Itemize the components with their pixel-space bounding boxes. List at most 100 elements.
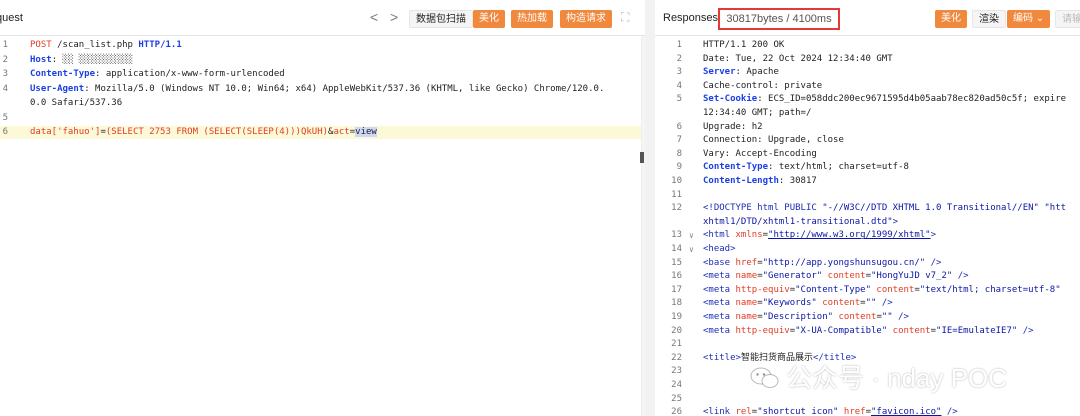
code-line[interactable]: 12 <!DOCTYPE html PUBLIC "-//W3C//DTD XHT…: [655, 202, 1080, 215]
code-token: "text/html; charset=utf-8": [919, 284, 1061, 295]
line-number: 10: [671, 176, 682, 186]
response-beautify-button[interactable]: 美化: [935, 10, 967, 28]
line-number: 2: [676, 53, 682, 64]
code-token: name: [735, 271, 758, 282]
code-token: xhtml1/DTD/xhtml1-transitional.dtd": [703, 216, 893, 227]
response-status-box: 30817bytes / 4100ms: [718, 8, 840, 30]
code-line[interactable]: 4 Cache-control: private: [655, 80, 1080, 93]
packet-scan-button[interactable]: 数据包扫描: [409, 10, 473, 28]
line-number: 6: [2, 127, 8, 137]
code-line[interactable]: 11: [655, 189, 1080, 202]
code-token: />: [941, 407, 958, 416]
code-line[interactable]: 20 <meta http-equiv="X-UA-Compatible" con…: [655, 325, 1080, 338]
code-token: : application/x-www-form-urlencoded: [95, 69, 285, 79]
line-number: 1: [676, 40, 682, 50]
code-line[interactable]: 18 <meta name="Keywords" content="" />: [655, 297, 1080, 310]
code-token: content: [827, 271, 866, 282]
line-number: 4: [2, 83, 8, 94]
line-number: 25: [671, 393, 682, 404]
code-line[interactable]: 17 <meta http-equiv="Content-Type" conten…: [655, 284, 1080, 297]
response-toolbar: Responses 30817bytes / 4100ms 美化 渲染 编码 ⌄…: [655, 0, 1080, 36]
code-line[interactable]: 2 Host: ░░ ░░░░░░░░░░: [0, 54, 645, 67]
build-request-button[interactable]: 构造请求: [560, 10, 612, 28]
line-number: 7: [676, 135, 682, 146]
prev-arrow-icon[interactable]: <: [370, 9, 378, 25]
code-line[interactable]: 6 data['fahuo']=(SELECT 2753 FROM (SELECT…: [0, 126, 645, 139]
code-line[interactable]: 4 User-Agent: Mozilla/5.0 (Windows NT 10.…: [0, 83, 645, 96]
line-number: 19: [671, 312, 682, 322]
code-line[interactable]: 13 ∨ <html xmlns="http://www.w3.org/1999/x…: [655, 229, 1080, 242]
code-line[interactable]: xhtml1/DTD/xhtml1-transitional.dtd">: [655, 216, 1080, 229]
line-number: 5: [676, 94, 682, 105]
line-text: Upgrade: h2: [703, 121, 763, 134]
code-line[interactable]: 3 Server: Apache: [655, 66, 1080, 79]
line-number: 17: [671, 284, 682, 295]
code-line[interactable]: 8 Vary: Accept-Encoding: [655, 148, 1080, 161]
hot-load-button[interactable]: 热加载: [511, 10, 553, 28]
code-token: Set-Cookie: [703, 94, 758, 105]
line-text: <html xmlns="http://www.w3.org/1999/xhtm…: [703, 229, 936, 242]
code-token: "HongYuJD v7_2": [871, 271, 953, 282]
line-text: <meta http-equiv="Content-Type" content=…: [703, 284, 1061, 297]
line-number: 26: [671, 407, 682, 416]
code-token: "": [881, 312, 893, 322]
code-line[interactable]: 2 Date: Tue, 22 Oct 2024 12:34:40 GMT: [655, 53, 1080, 66]
code-token: : 30817: [778, 176, 817, 186]
code-token: content: [838, 312, 877, 322]
line-number: 14: [671, 244, 682, 254]
code-token: "Keywords": [762, 298, 817, 309]
wechat-logo-icon: [750, 367, 779, 388]
encoding-dropdown[interactable]: 编码 ⌄: [1007, 10, 1051, 28]
line-text: Cache-control: private: [703, 80, 822, 93]
code-token: <meta: [703, 271, 736, 282]
code-token: name: [735, 312, 758, 322]
request-scrollbar[interactable]: [640, 36, 645, 416]
code-token: POST: [30, 40, 52, 50]
request-editor[interactable]: 1 POST /scan_list.php HTTP/1.1 2 Host: ░░ ░…: [0, 36, 645, 416]
code-token: href: [843, 407, 866, 416]
line-number: 12: [671, 203, 682, 214]
line-number: 3: [2, 69, 8, 79]
code-line[interactable]: 5: [0, 112, 645, 125]
code-line[interactable]: 5 Set-Cookie: ECS_ID=058ddc200ec9671595d4…: [655, 93, 1080, 106]
code-token: Content-Length: [703, 176, 779, 186]
code-token: data['fahuo']: [30, 127, 101, 137]
code-line[interactable]: 0.0 Safari/537.36: [0, 97, 645, 110]
next-arrow-icon[interactable]: >: [390, 9, 398, 25]
line-text: Server: Apache: [703, 66, 779, 79]
code-token: >: [892, 216, 899, 227]
code-line[interactable]: 14 ∨ <head>: [655, 243, 1080, 256]
code-line[interactable]: 10 Content-Length: 30817: [655, 175, 1080, 188]
line-text: <head>: [703, 243, 736, 256]
expand-icon[interactable]: ⛶: [621, 10, 629, 25]
code-line[interactable]: 15 <base href="http://app.yongshunsugou.c…: [655, 257, 1080, 270]
code-line[interactable]: 1 POST /scan_list.php HTTP/1.1: [0, 39, 645, 52]
code-line[interactable]: 6 Upgrade: h2: [655, 121, 1080, 134]
response-title: Responses: [663, 12, 719, 24]
code-line[interactable]: 16 <meta name="Generator" content="HongYu…: [655, 270, 1080, 283]
code-line[interactable]: 9 Content-Type: text/html; charset=utf-8: [655, 161, 1080, 174]
beautify-button[interactable]: 美化: [473, 10, 505, 28]
code-token: <meta: [703, 298, 736, 309]
code-token: Content-Type: [30, 69, 96, 79]
code-token: "-//W3C//DTD XHTML 1.0 Transitional//EN": [822, 203, 1039, 214]
code-line[interactable]: 21: [655, 338, 1080, 351]
code-line[interactable]: 1 HTTP/1.1 200 OK: [655, 39, 1080, 52]
code-line[interactable]: 3 Content-Type: application/x-www-form-ur…: [0, 68, 645, 81]
code-token: : text/html; charset=utf-8: [768, 162, 909, 173]
code-line[interactable]: 7 Connection: Upgrade, close: [655, 134, 1080, 147]
code-line[interactable]: 26 <link rel="shortcut icon" href="favico…: [655, 406, 1080, 416]
line-number: 23: [671, 366, 682, 377]
code-token: act: [333, 127, 350, 137]
fold-toggle-icon[interactable]: ∨: [689, 229, 694, 242]
code-token: :: [51, 54, 63, 65]
line-number: 8: [676, 148, 682, 159]
render-button[interactable]: 渲染: [972, 10, 1006, 28]
fold-toggle-icon[interactable]: ∨: [689, 243, 694, 256]
code-token: >: [930, 230, 937, 241]
code-line[interactable]: 19 <meta name="Description" content="" />: [655, 311, 1080, 324]
line-number: 11: [671, 189, 682, 200]
code-token: view: [355, 127, 377, 137]
code-token: 12:34:40 GMT; path=/: [703, 108, 812, 118]
code-line[interactable]: 12:34:40 GMT; path=/: [655, 107, 1080, 120]
